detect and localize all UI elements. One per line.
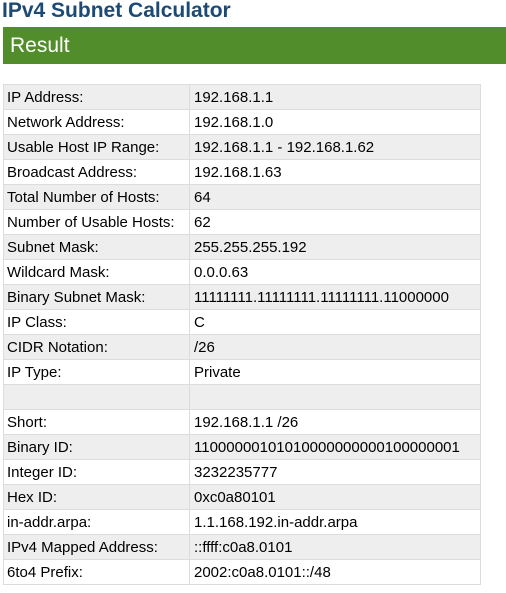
row-label: Network Address: [3, 109, 190, 135]
table-row: Network Address: 192.168.1.0 [3, 109, 481, 135]
row-label: in-addr.arpa: [3, 509, 190, 535]
row-label: IP Address: [3, 84, 190, 110]
spacer-row [3, 384, 481, 410]
row-value: 192.168.1.0 [189, 109, 481, 135]
row-label: Binary Subnet Mask: [3, 284, 190, 310]
row-value: 64 [189, 184, 481, 210]
table-row: Wildcard Mask: 0.0.0.63 [3, 259, 481, 285]
row-label: IP Class: [3, 309, 190, 335]
row-label: Usable Host IP Range: [3, 134, 190, 160]
table-row: 6to4 Prefix: 2002:c0a8.0101::/48 [3, 559, 481, 585]
row-label: Subnet Mask: [3, 234, 190, 260]
spacer-cell [189, 384, 481, 410]
result-header-bar: Result [3, 27, 506, 64]
row-value: 3232235777 [189, 459, 481, 485]
table-row: Broadcast Address: 192.168.1.63 [3, 159, 481, 185]
row-label: IP Type: [3, 359, 190, 385]
row-value: 192.168.1.1 [189, 84, 481, 110]
page-title: IPv4 Subnet Calculator [2, 0, 231, 22]
row-value: 0.0.0.63 [189, 259, 481, 285]
row-value: 0xc0a80101 [189, 484, 481, 510]
table-row: Binary Subnet Mask: 11111111.11111111.11… [3, 284, 481, 310]
row-value: 192.168.1.63 [189, 159, 481, 185]
row-value: 11000000101010000000000100000001 [189, 434, 481, 460]
row-label: CIDR Notation: [3, 334, 190, 360]
row-label: Hex ID: [3, 484, 190, 510]
table-row: Number of Usable Hosts: 62 [3, 209, 481, 235]
table-row: Short: 192.168.1.1 /26 [3, 409, 481, 435]
table-row: Hex ID: 0xc0a80101 [3, 484, 481, 510]
spacer-cell [3, 384, 190, 410]
row-value: /26 [189, 334, 481, 360]
table-row: IP Type: Private [3, 359, 481, 385]
row-label: Integer ID: [3, 459, 190, 485]
table-row: Integer ID: 3232235777 [3, 459, 481, 485]
row-value: 192.168.1.1 - 192.168.1.62 [189, 134, 481, 160]
row-value: 255.255.255.192 [189, 234, 481, 260]
row-value: ::ffff:c0a8.0101 [189, 534, 481, 560]
row-label: Number of Usable Hosts: [3, 209, 190, 235]
row-value: 2002:c0a8.0101::/48 [189, 559, 481, 585]
row-label: Short: [3, 409, 190, 435]
row-label: Total Number of Hosts: [3, 184, 190, 210]
row-label: Wildcard Mask: [3, 259, 190, 285]
row-value: 11111111.11111111.11111111.11000000 [189, 284, 481, 310]
row-label: 6to4 Prefix: [3, 559, 190, 585]
row-value: 192.168.1.1 /26 [189, 409, 481, 435]
table-row: IPv4 Mapped Address: ::ffff:c0a8.0101 [3, 534, 481, 560]
table-row: IP Address: 192.168.1.1 [3, 84, 481, 110]
table-row: CIDR Notation: /26 [3, 334, 481, 360]
results-table: IP Address: 192.168.1.1 Network Address:… [3, 84, 481, 585]
table-row: Binary ID: 11000000101010000000000100000… [3, 434, 481, 460]
row-value: 62 [189, 209, 481, 235]
table-row: in-addr.arpa: 1.1.168.192.in-addr.arpa [3, 509, 481, 535]
row-value: Private [189, 359, 481, 385]
row-value: 1.1.168.192.in-addr.arpa [189, 509, 481, 535]
row-value: C [189, 309, 481, 335]
row-label: IPv4 Mapped Address: [3, 534, 190, 560]
row-label: Binary ID: [3, 434, 190, 460]
row-label: Broadcast Address: [3, 159, 190, 185]
table-row: Usable Host IP Range: 192.168.1.1 - 192.… [3, 134, 481, 160]
table-row: Subnet Mask: 255.255.255.192 [3, 234, 481, 260]
result-heading: Result [10, 34, 70, 57]
table-row: IP Class: C [3, 309, 481, 335]
table-row: Total Number of Hosts: 64 [3, 184, 481, 210]
